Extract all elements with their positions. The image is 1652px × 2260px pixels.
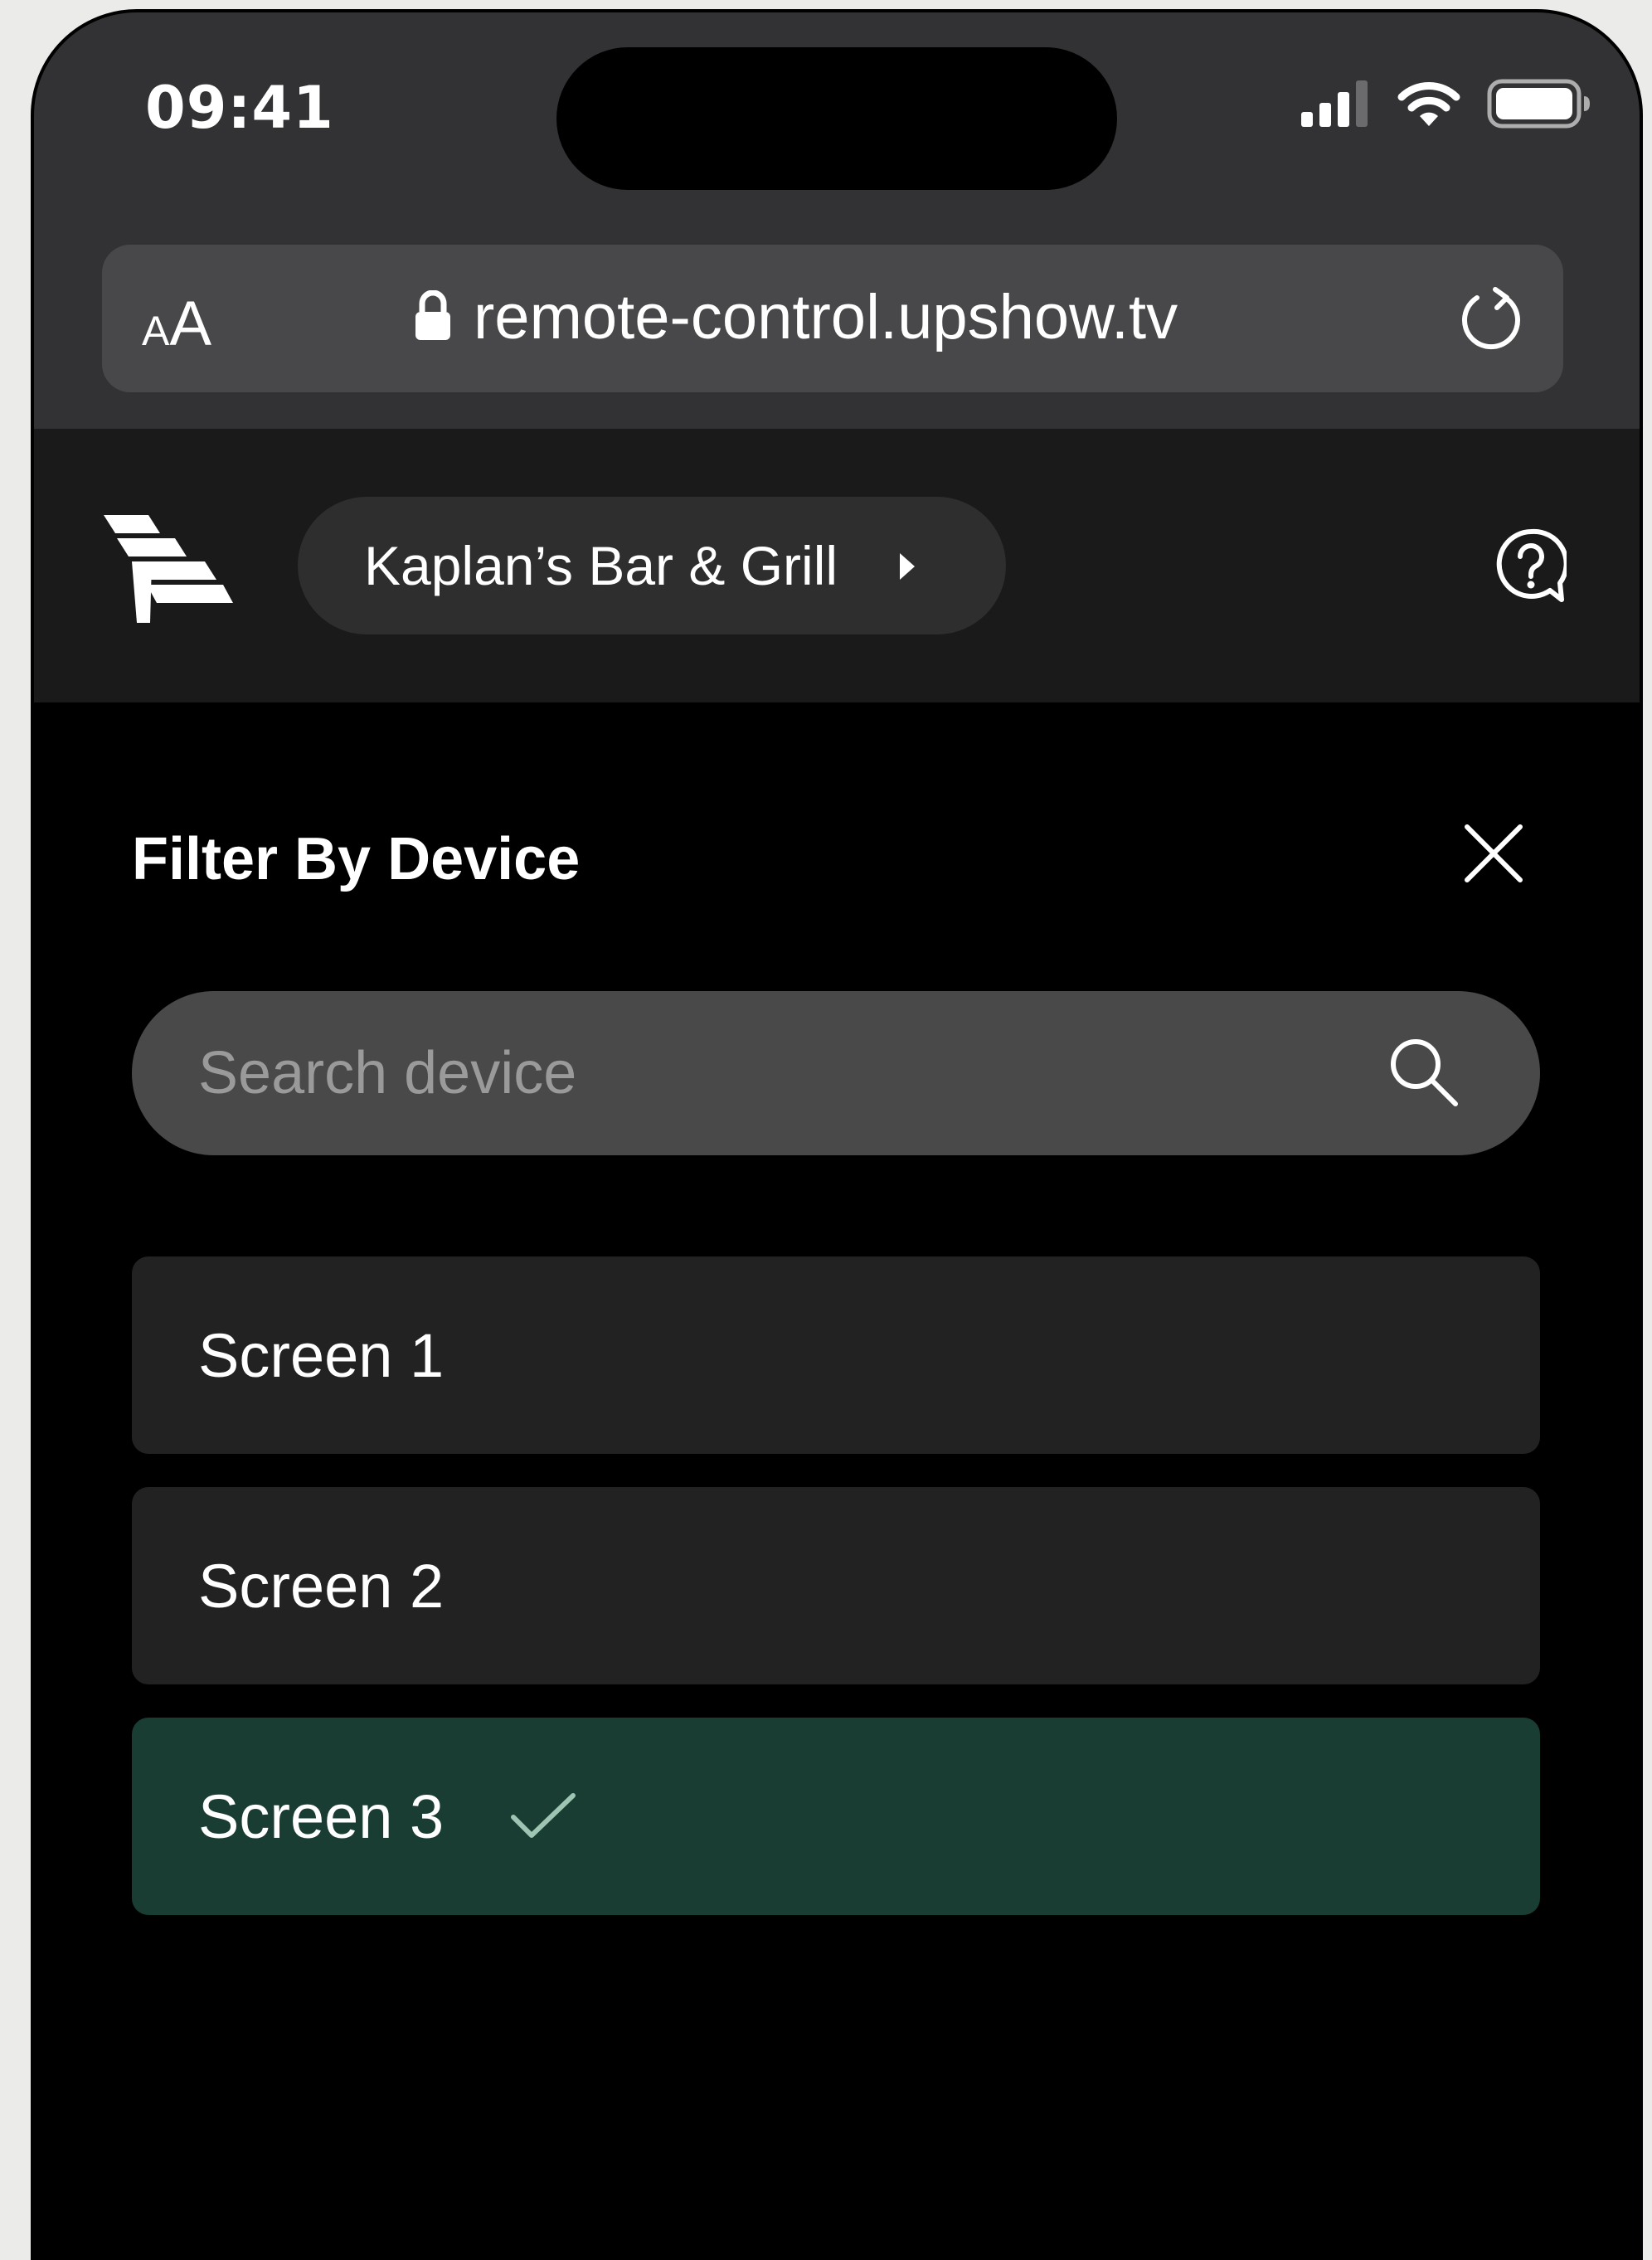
help-icon[interactable] xyxy=(1495,528,1569,606)
status-icons xyxy=(1301,79,1591,132)
dynamic-island xyxy=(556,47,1117,190)
venue-selector-button[interactable]: Kaplan’s Bar & Grill xyxy=(298,497,1006,634)
device-label: Screen 2 xyxy=(198,1551,445,1621)
page: 09:41 A A remote-control.upshow.tv Kapla… xyxy=(0,0,1652,2260)
lock-icon xyxy=(414,289,452,345)
checkmark-icon xyxy=(510,1792,576,1845)
search-icon[interactable] xyxy=(1386,1034,1460,1112)
search-box xyxy=(132,991,1540,1155)
reload-icon[interactable] xyxy=(1457,286,1527,359)
device-label: Screen 3 xyxy=(198,1781,445,1851)
cellular-signal-icon xyxy=(1301,80,1371,130)
text-size-small-label: A xyxy=(142,308,170,354)
device-list: Screen 1 Screen 2 Screen 3 xyxy=(132,1256,1540,1948)
address-bar[interactable]: A A remote-control.upshow.tv xyxy=(102,245,1563,392)
status-bar: 09:41 xyxy=(34,12,1640,231)
venue-name: Kaplan’s Bar & Grill xyxy=(364,535,838,596)
chevron-right-icon xyxy=(896,550,918,586)
status-time: 09:41 xyxy=(145,74,334,142)
url-display[interactable]: remote-control.upshow.tv xyxy=(414,281,1178,353)
text-size-button[interactable]: A A xyxy=(142,288,211,360)
phone-frame: 09:41 A A remote-control.upshow.tv Kapla… xyxy=(31,9,1643,2260)
wifi-icon xyxy=(1396,80,1462,131)
device-label: Screen 1 xyxy=(198,1320,445,1390)
close-icon[interactable] xyxy=(1454,814,1533,893)
panel-title: Filter By Device xyxy=(132,826,581,892)
device-item-screen-3[interactable]: Screen 3 xyxy=(132,1718,1540,1915)
url-text: remote-control.upshow.tv xyxy=(474,282,1178,352)
text-size-large-label: A xyxy=(169,289,212,359)
browser-chrome: A A remote-control.upshow.tv xyxy=(34,231,1640,429)
upshow-logo-icon[interactable] xyxy=(99,515,235,626)
search-device-input[interactable] xyxy=(198,991,1376,1155)
device-item-screen-2[interactable]: Screen 2 xyxy=(132,1487,1540,1684)
app-header: Kaplan’s Bar & Grill xyxy=(34,429,1640,702)
battery-icon xyxy=(1487,79,1591,132)
device-item-screen-1[interactable]: Screen 1 xyxy=(132,1256,1540,1454)
